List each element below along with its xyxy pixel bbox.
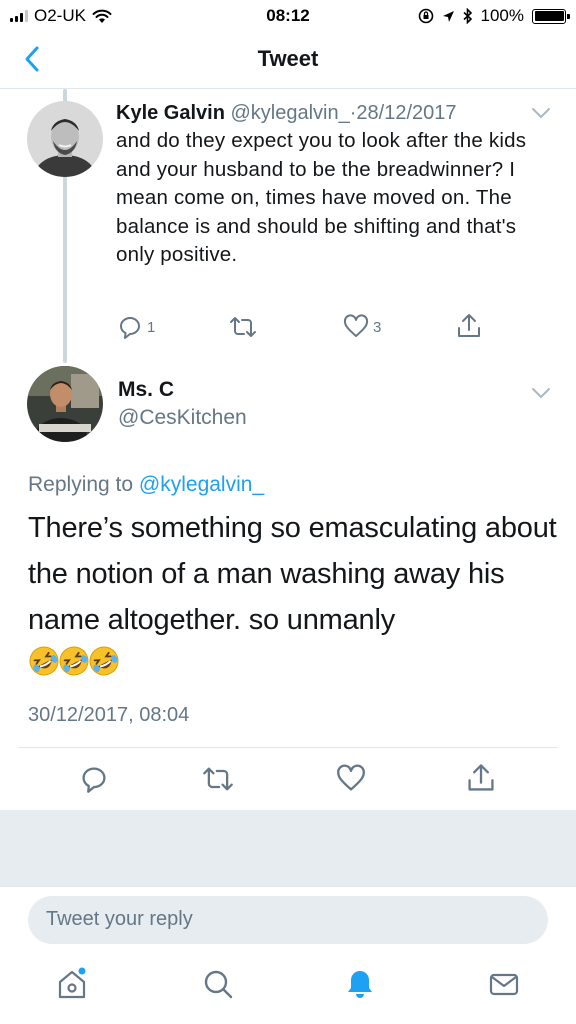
parent-tweet-header: Kyle Galvin @kylegalvin_·28/12/2017: [116, 100, 457, 126]
rolling-laughing-emoji-icon: [29, 646, 59, 676]
parent-tweet-date: 28/12/2017: [356, 102, 457, 124]
status-bar: O2-UK 08:12 100%: [0, 0, 576, 32]
tab-home[interactable]: [52, 964, 92, 1004]
rolling-laughing-emoji-icon: [59, 646, 89, 676]
search-icon: [204, 970, 233, 999]
reply-input-placeholder: Tweet your reply: [46, 908, 193, 930]
divider: [18, 747, 558, 748]
retweet-icon[interactable]: [202, 764, 234, 794]
parent-reply-count: 1: [147, 318, 156, 336]
replying-prefix: Replying to: [28, 473, 134, 496]
parent-tweet-text: and do they expect you to look after the…: [116, 129, 527, 266]
reply-icon: [119, 317, 140, 339]
location-icon: [442, 10, 454, 22]
home-icon: [58, 967, 86, 999]
replies-area-background: [0, 810, 576, 886]
divider: [0, 886, 576, 887]
share-icon: [458, 314, 480, 337]
parent-author-handle[interactable]: @kylegalvin_: [231, 102, 350, 124]
rolling-laughing-emoji-icon: [89, 646, 119, 676]
heart-icon: [343, 314, 369, 337]
parent-author-name[interactable]: Kyle Galvin: [116, 102, 225, 124]
replying-to-line: Replying to @kylegalvin_: [28, 473, 264, 497]
main-tweet-timestamp: 30/12/2017, 08:04: [28, 704, 190, 726]
parent-like-button[interactable]: 3: [343, 314, 381, 340]
replying-mention-link[interactable]: @kylegalvin_: [139, 473, 264, 496]
parent-reply-button[interactable]: 1: [117, 314, 155, 340]
parent-retweet-button[interactable]: [229, 314, 257, 340]
tab-notifications[interactable]: [340, 964, 380, 1004]
messages-icon: [489, 973, 519, 996]
retweet-icon: [230, 317, 256, 337]
bluetooth-icon: [462, 8, 472, 24]
chevron-down-icon[interactable]: [530, 106, 552, 120]
main-author-name[interactable]: Ms. C: [118, 378, 174, 402]
reply-icon[interactable]: [79, 764, 109, 794]
reply-input[interactable]: Tweet your reply: [28, 896, 548, 944]
avatar-kyle-galvin[interactable]: [27, 101, 103, 177]
heart-icon[interactable]: [336, 764, 366, 794]
main-tweet-text: There’s something so emasculating about …: [28, 512, 557, 636]
tab-search[interactable]: [198, 964, 238, 1004]
emoji-row: [28, 645, 119, 677]
parent-like-count: 3: [373, 318, 382, 336]
orientation-lock-icon: [418, 8, 433, 24]
main-author-handle[interactable]: @CesKitchen: [118, 406, 247, 430]
battery-icon: [532, 8, 570, 24]
battery-percent: 100%: [480, 6, 524, 25]
share-icon[interactable]: [466, 762, 496, 794]
avatar-ms-c[interactable]: [27, 366, 103, 442]
tab-messages[interactable]: [484, 964, 524, 1004]
navigation-bar: Tweet: [0, 32, 576, 89]
notifications-icon: [348, 971, 372, 998]
page-title: Tweet: [257, 46, 319, 71]
chevron-down-icon[interactable]: [530, 386, 552, 400]
status-right-group: 100%: [418, 6, 570, 26]
parent-share-button[interactable]: [456, 312, 482, 340]
